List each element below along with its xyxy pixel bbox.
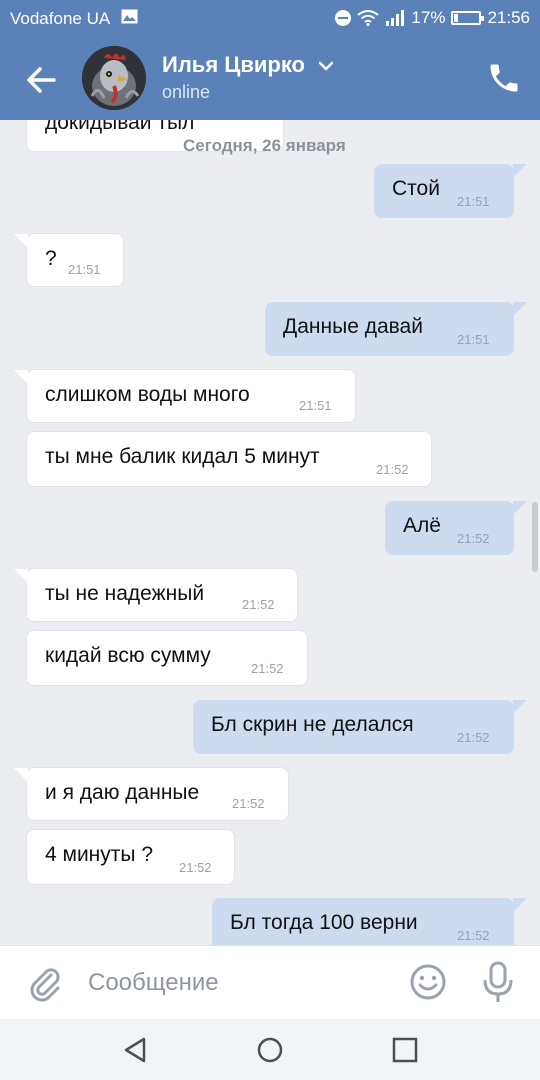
chevron-down-icon[interactable] <box>317 60 335 72</box>
message-text: ты не надежный <box>45 582 205 605</box>
contact-avatar[interactable] <box>82 46 146 110</box>
message-time: 21:52 <box>376 462 409 477</box>
paperclip-icon[interactable] <box>24 962 64 1002</box>
message-time: 21:52 <box>457 928 490 943</box>
nav-home-circle-icon[interactable] <box>255 1035 285 1065</box>
contact-status: online <box>162 82 211 102</box>
message-time: 21:51 <box>457 194 490 209</box>
rooster-avatar-icon <box>82 46 146 110</box>
message-text: кидай всю сумму <box>45 644 211 667</box>
message-time: 21:52 <box>457 531 490 546</box>
nav-back-triangle-icon[interactable] <box>120 1035 150 1065</box>
message-bubble-incoming[interactable]: 4 минуты ? 21:52 <box>26 829 235 885</box>
message-text: Бл скрин не делался <box>211 713 414 736</box>
status-icons: 17% 21:56 <box>335 7 530 29</box>
signal-icon <box>386 10 405 26</box>
smile-icon[interactable] <box>408 962 448 1002</box>
scrollbar[interactable] <box>532 502 538 572</box>
message-time: 21:51 <box>68 262 101 277</box>
status-bar: Vodafone UA 17% 21:56 <box>0 0 540 36</box>
message-text: 4 минуты ? <box>45 843 154 866</box>
system-navigation-bar <box>0 1019 540 1080</box>
wifi-icon <box>357 10 380 26</box>
message-bubble-incoming[interactable]: ты мне балик кидал 5 минут 21:52 <box>26 431 432 487</box>
phone-icon[interactable] <box>486 60 522 96</box>
message-bubble-outgoing[interactable]: Алё 21:52 <box>385 501 527 555</box>
do-not-disturb-icon <box>335 10 352 26</box>
message-list[interactable]: докидывай тыл Сегодня, 26 января Стой 21… <box>0 120 540 945</box>
message-time: 21:52 <box>457 730 490 745</box>
message-bubble-incoming[interactable]: ? 21:51 <box>14 233 124 287</box>
message-text: Алё <box>403 514 441 537</box>
message-time: 21:52 <box>242 597 275 612</box>
message-text: Данные давай <box>283 315 423 338</box>
message-bubble-incoming[interactable]: ты не надежный 21:52 <box>14 568 298 622</box>
message-bubble-incoming[interactable]: кидай всю сумму 21:52 <box>26 630 308 686</box>
message-text: слишком воды много <box>45 383 250 406</box>
contact-name[interactable]: Илья Цвирко <box>162 52 305 78</box>
message-bubble-outgoing[interactable]: Данные давай 21:51 <box>265 302 527 356</box>
message-time: 21:51 <box>299 398 332 413</box>
message-bubble-outgoing[interactable]: Бл скрин не делался 21:52 <box>193 700 527 754</box>
message-time: 21:52 <box>232 796 265 811</box>
battery-icon <box>451 11 485 25</box>
message-time: 21:51 <box>457 332 490 347</box>
top-bar: Vodafone UA 17% 21:56 Илья Цвирко online <box>0 0 540 120</box>
microphone-icon[interactable] <box>480 960 516 1004</box>
message-composer <box>0 945 540 1020</box>
image-notification-icon <box>121 9 138 24</box>
message-text: и я даю данные <box>45 781 200 804</box>
message-text: ? <box>45 247 57 270</box>
message-bubble-outgoing[interactable]: Бл тогда 100 верни 21:52 <box>212 898 527 945</box>
message-time: 21:52 <box>251 661 284 676</box>
battery-percent: 17% <box>411 8 446 27</box>
carrier-label: Vodafone UA <box>10 9 111 28</box>
message-text: Бл тогда 100 верни <box>230 911 418 934</box>
message-text: ты мне балик кидал 5 минут <box>45 445 320 468</box>
message-input[interactable] <box>86 964 400 1002</box>
back-arrow-icon[interactable] <box>20 60 64 100</box>
message-text: докидывай тыл <box>45 120 195 134</box>
clock: 21:56 <box>487 8 530 27</box>
message-text: Стой <box>392 177 440 200</box>
nav-recent-square-icon[interactable] <box>390 1035 420 1065</box>
date-divider: Сегодня, 26 января <box>183 136 346 155</box>
message-bubble-incoming[interactable]: и я даю данные 21:52 <box>14 767 289 821</box>
message-bubble-outgoing[interactable]: Стой 21:51 <box>374 164 527 218</box>
message-time: 21:52 <box>179 860 212 875</box>
message-bubble-incoming[interactable]: слишком воды много 21:51 <box>14 369 356 423</box>
